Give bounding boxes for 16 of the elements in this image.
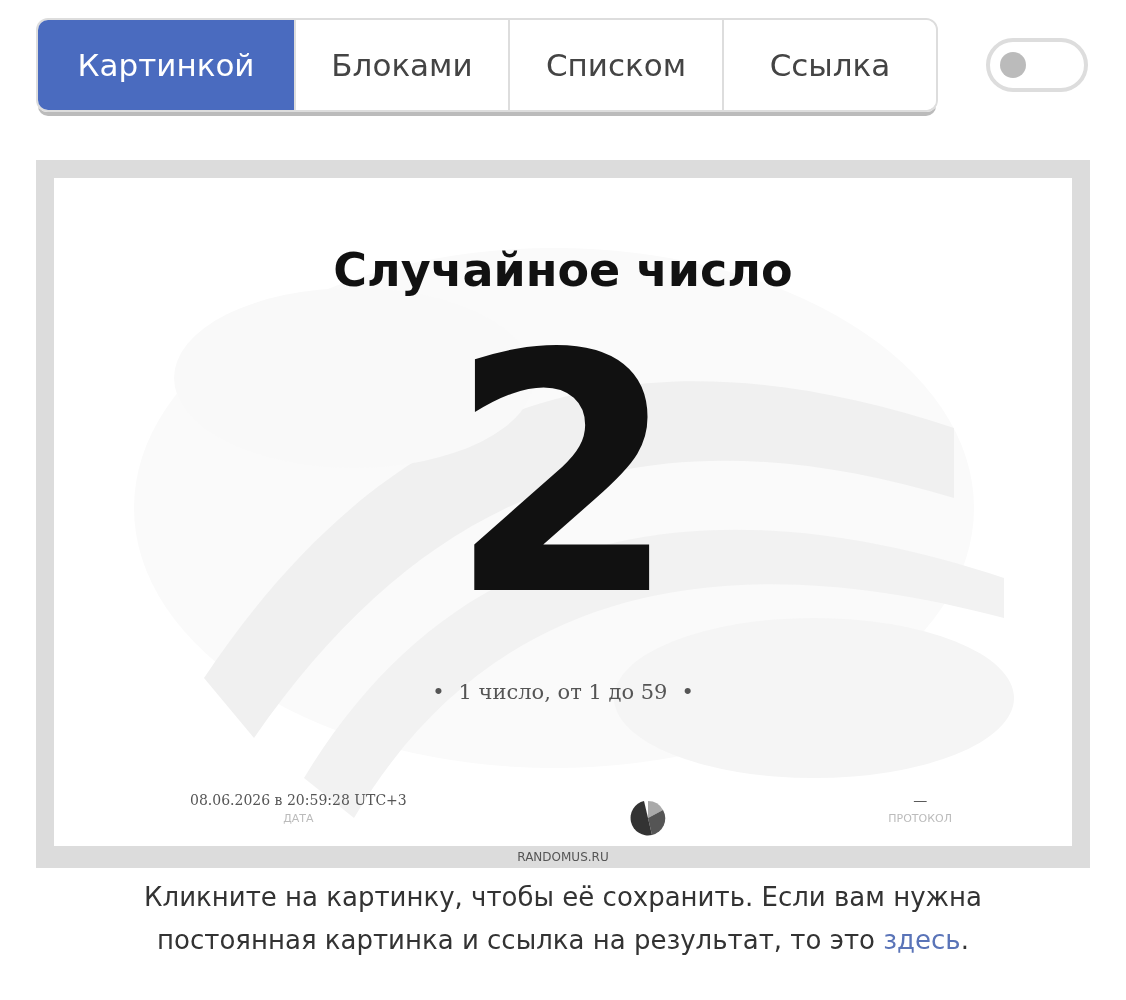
- caption-text: Кликните на картинку, чтобы её сохранить. Если вам нужна постоянная картинка и ссылка на результат, то это здесь.: [143, 881, 983, 957]
- image-title: Случайное число: [333, 242, 793, 299]
- protocol-value: —: [913, 791, 928, 810]
- bullet: •: [681, 679, 694, 706]
- range-text: 1 число, от 1 до 59: [458, 679, 668, 706]
- date-value: 08.06.2026 в 20:59:28 UTC+3: [190, 791, 407, 810]
- link[interactable]: здесь: [883, 924, 961, 955]
- view-tab[interactable]: Картинкой: [38, 20, 296, 110]
- site-label: RANDOMUS.RU: [516, 849, 610, 866]
- random-number: 2: [448, 311, 678, 641]
- bullet: •: [432, 679, 445, 706]
- logo-icon: [629, 800, 666, 836]
- result-image[interactable]: Случайное число 2 • 1 число, от 1 до 59 • 08.06.2026 в 20:59:28 UTC+3 ДАТА — ПРОТОКОЛ: [54, 178, 1072, 846]
- protocol-label: ПРОТОКОЛ: [888, 811, 952, 827]
- date-label: ДАТА: [283, 811, 314, 827]
- toggle-switch[interactable]: [986, 38, 1088, 92]
